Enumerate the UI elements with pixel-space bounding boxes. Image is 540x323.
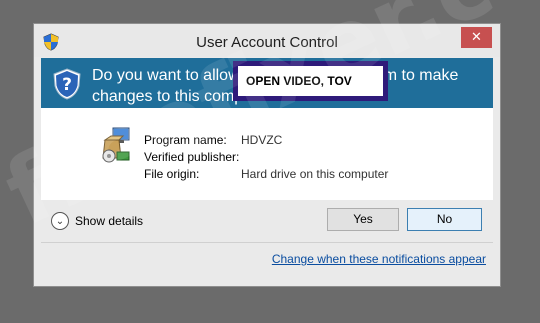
show-details-label[interactable]: Show details (75, 214, 143, 228)
field-publisher: Verified publisher: (144, 149, 388, 166)
uac-shield-icon: ? (53, 68, 81, 100)
close-button[interactable]: ✕ (461, 27, 492, 48)
no-button[interactable]: No (407, 208, 482, 231)
notification-settings-link[interactable]: Change when these notifications appear (272, 252, 486, 266)
window-title: User Account Control (196, 34, 338, 51)
publisher-highlight: OPEN VIDEO, TOV (233, 61, 388, 101)
field-label: File origin: (144, 167, 200, 181)
field-program-name: Program name: HDVZC (144, 132, 388, 149)
divider (41, 242, 493, 243)
program-fields: Program name: HDVZC Verified publisher: F… (144, 132, 388, 183)
show-details-toggle[interactable]: ⌄ Show details (51, 211, 143, 231)
installer-icon (102, 127, 130, 163)
uac-dialog: User Account Control ✕ ? Do you want to … (33, 23, 501, 287)
field-label: Program name: (144, 133, 227, 147)
chevron-down-icon[interactable]: ⌄ (51, 212, 69, 230)
yes-button[interactable]: Yes (327, 208, 399, 231)
titlebar: User Account Control ✕ (34, 24, 500, 57)
field-value: HDVZC (241, 133, 283, 147)
field-label: Verified publisher: (144, 150, 240, 164)
svg-text:?: ? (62, 75, 72, 95)
field-file-origin: File origin: Hard drive on this computer (144, 166, 388, 183)
dialog-footer: ⌄ Show details Yes No Change when these … (41, 200, 493, 280)
program-info: Program name: HDVZC Verified publisher: F… (41, 108, 493, 200)
field-value: Hard drive on this computer (241, 167, 389, 181)
